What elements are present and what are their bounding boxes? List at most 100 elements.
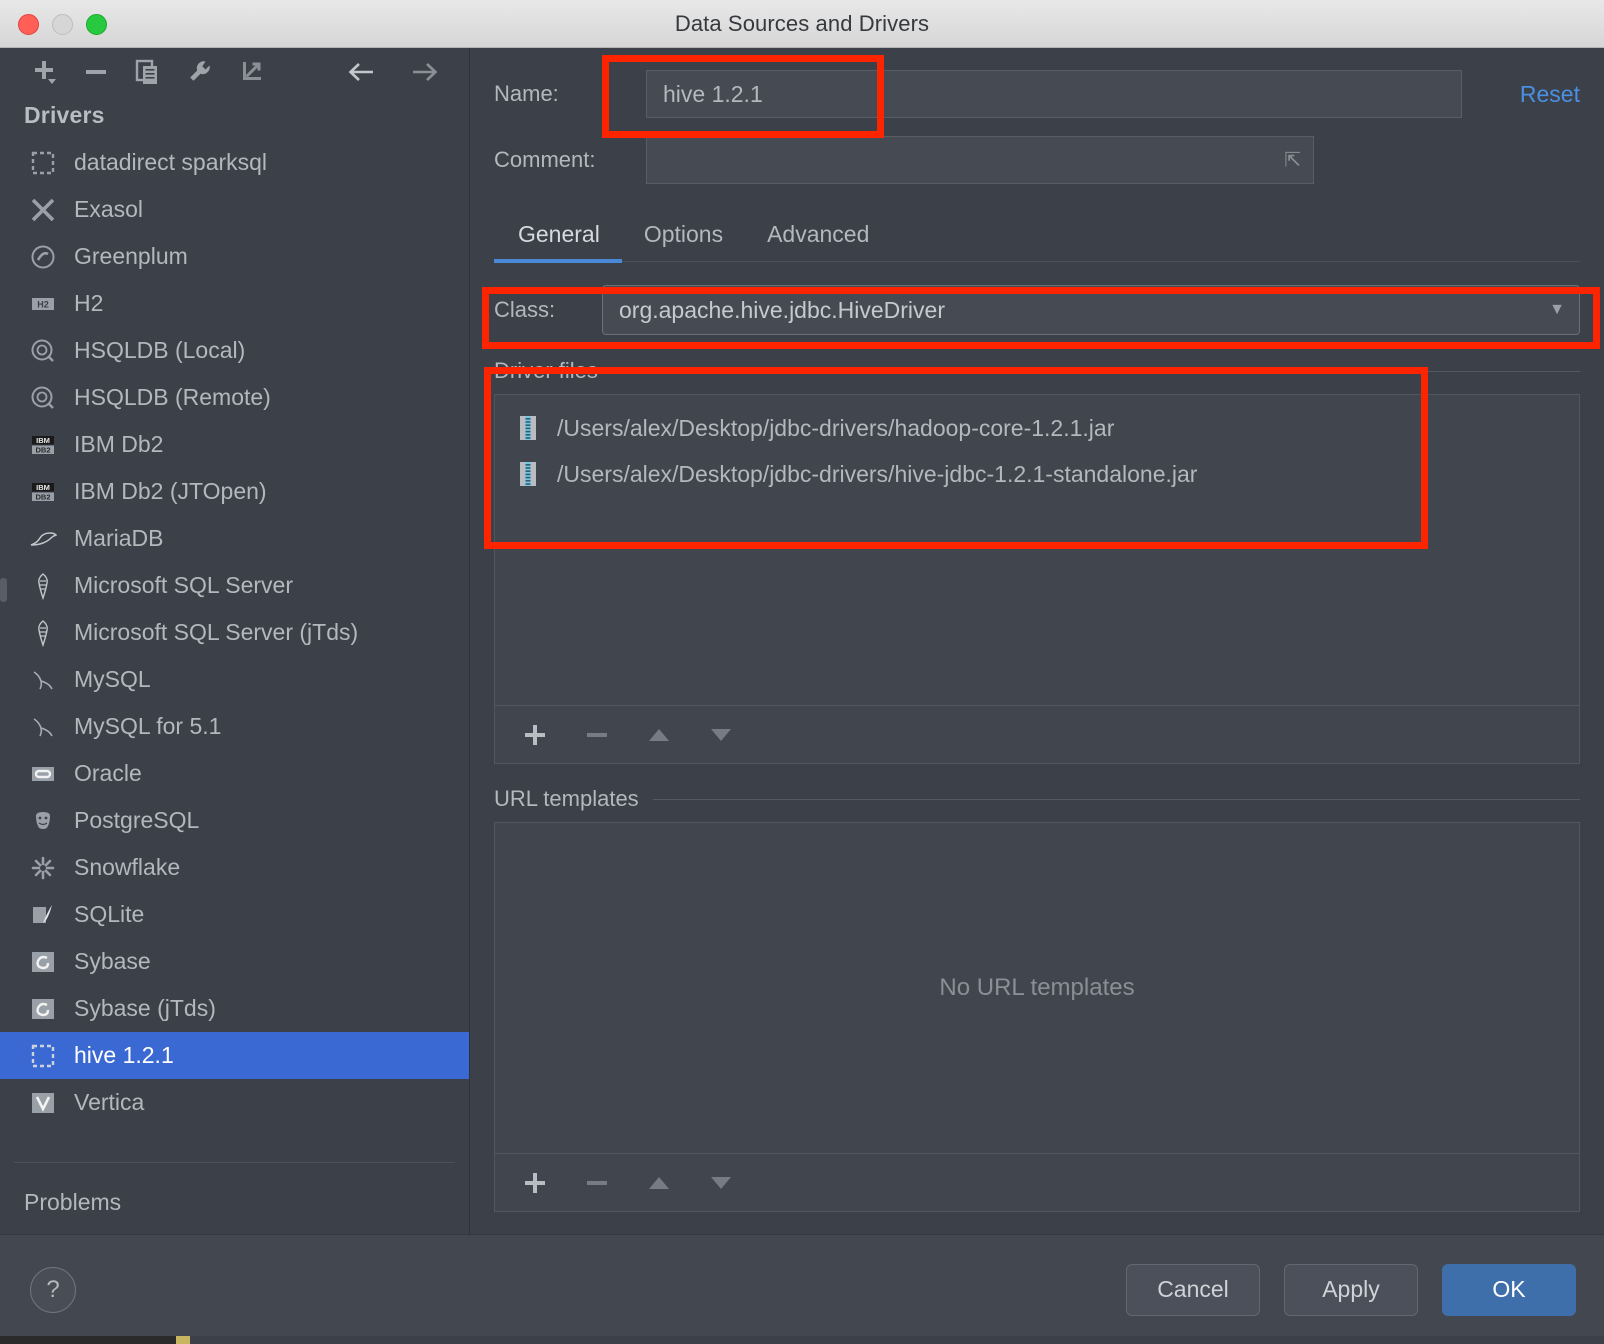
driver-item-sybase[interactable]: Sybase bbox=[0, 938, 469, 985]
mssql-icon bbox=[28, 571, 58, 601]
cancel-button[interactable]: Cancel bbox=[1126, 1263, 1260, 1316]
class-label: Class: bbox=[494, 297, 556, 322]
duplicate-driver-button[interactable] bbox=[122, 50, 174, 94]
move-url-template-up-button[interactable] bbox=[645, 1169, 673, 1197]
driver-item-greenplum[interactable]: Greenplum bbox=[0, 233, 469, 280]
driver-item-vertica[interactable]: Vertica bbox=[0, 1079, 469, 1126]
sidebar-scrollbar[interactable] bbox=[0, 578, 7, 602]
mariadb-seal-icon bbox=[28, 524, 58, 554]
driver-item-mariadb[interactable]: MariaDB bbox=[0, 515, 469, 562]
close-window-icon[interactable] bbox=[18, 14, 39, 35]
exasol-x-icon bbox=[28, 195, 58, 225]
oracle-badge-icon bbox=[28, 759, 58, 789]
remove-driver-file-button[interactable] bbox=[583, 721, 611, 749]
driver-files-toolbar bbox=[495, 705, 1579, 763]
driver-item-sqlite[interactable]: SQLite bbox=[0, 891, 469, 938]
sybase-spiral-icon bbox=[28, 994, 58, 1024]
url-templates-listbox[interactable]: No URL templates bbox=[494, 822, 1580, 1212]
snowflake-icon bbox=[28, 853, 58, 883]
drivers-list[interactable]: datadirect sparksql Exasol Greenplum H2 … bbox=[0, 137, 469, 1150]
add-driver-button[interactable] bbox=[18, 50, 70, 94]
move-driver-file-down-button[interactable] bbox=[707, 721, 735, 749]
minimize-window-icon[interactable] bbox=[52, 14, 73, 35]
import-driver-button[interactable] bbox=[226, 50, 278, 94]
driver-item-microsoft-sql-server[interactable]: Microsoft SQL Server bbox=[0, 562, 469, 609]
mssql-icon bbox=[28, 618, 58, 648]
driver-item-oracle[interactable]: Oracle bbox=[0, 750, 469, 797]
driver-item-ibm-db2[interactable]: IBM DB2 IBM Db2 bbox=[0, 421, 469, 468]
driver-details-panel: Name: hive 1.2.1 Reset Comment: ⇱ Genera… bbox=[470, 48, 1604, 1234]
driver-files-group: Driver files /Users/alex/Desktop/jdbc-dr… bbox=[494, 358, 1580, 764]
mysql-dolphin-icon bbox=[28, 665, 58, 695]
move-url-template-down-button[interactable] bbox=[707, 1169, 735, 1197]
help-button[interactable]: ? bbox=[30, 1266, 76, 1313]
add-driver-file-button[interactable] bbox=[521, 721, 549, 749]
driver-item-microsoft-sql-server-jtds[interactable]: Microsoft SQL Server (jTds) bbox=[0, 609, 469, 656]
driver-item-h2[interactable]: H2 H2 bbox=[0, 280, 469, 327]
driver-item-hsqldb-local[interactable]: HSQLDB (Local) bbox=[0, 327, 469, 374]
move-driver-file-up-button[interactable] bbox=[645, 721, 673, 749]
driver-item-hive-121[interactable]: hive 1.2.1 bbox=[0, 1032, 469, 1079]
driver-item-datadirect-sparksql[interactable]: datadirect sparksql bbox=[0, 139, 469, 186]
hsqldb-circle-icon bbox=[28, 336, 58, 366]
driver-files-listbox[interactable]: /Users/alex/Desktop/jdbc-drivers/hadoop-… bbox=[494, 394, 1580, 764]
tab-options-label: Options bbox=[643, 221, 724, 247]
driver-item-label: Oracle bbox=[74, 760, 142, 786]
driver-file-row[interactable]: /Users/alex/Desktop/jdbc-drivers/hive-jd… bbox=[495, 451, 1579, 497]
driver-item-label: Microsoft SQL Server (jTds) bbox=[74, 619, 359, 645]
driver-item-label: IBM Db2 (JTOpen) bbox=[74, 478, 267, 504]
driver-files-header: Driver files bbox=[494, 358, 1580, 384]
comment-input[interactable]: ⇱ bbox=[646, 136, 1314, 184]
driver-item-sybase-jtds[interactable]: Sybase (jTds) bbox=[0, 985, 469, 1032]
driver-item-postgresql[interactable]: PostgreSQL bbox=[0, 797, 469, 844]
expand-editor-icon[interactable]: ⇱ bbox=[1284, 148, 1301, 173]
traffic-lights bbox=[18, 14, 107, 35]
hsqldb-circle-icon bbox=[28, 383, 58, 413]
sidebar-heading: Drivers bbox=[24, 102, 105, 128]
driver-item-mysql[interactable]: MySQL bbox=[0, 656, 469, 703]
comment-label: Comment: bbox=[494, 147, 596, 172]
maximize-window-icon[interactable] bbox=[86, 14, 107, 35]
remove-driver-button[interactable] bbox=[70, 50, 122, 94]
cancel-button-label: Cancel bbox=[1157, 1276, 1229, 1302]
driver-item-label: MySQL bbox=[74, 666, 151, 692]
navigate-back-button[interactable] bbox=[335, 50, 387, 94]
drivers-sidebar: Drivers datadirect sparksql Exasol Green… bbox=[0, 48, 470, 1234]
reset-link[interactable]: Reset bbox=[1520, 81, 1580, 108]
driver-file-row[interactable]: /Users/alex/Desktop/jdbc-drivers/hadoop-… bbox=[495, 405, 1579, 451]
class-row: Class: org.apache.hive.jdbc.HiveDriver ▼ bbox=[494, 284, 1580, 336]
tab-advanced[interactable]: Advanced bbox=[745, 221, 891, 261]
name-input-value: hive 1.2.1 bbox=[663, 80, 763, 107]
tab-options[interactable]: Options bbox=[622, 221, 745, 261]
section-rule bbox=[652, 798, 1580, 800]
apply-button[interactable]: Apply bbox=[1284, 1263, 1418, 1316]
driver-item-mysql-for-51[interactable]: MySQL for 5.1 bbox=[0, 703, 469, 750]
section-rule bbox=[611, 370, 1580, 372]
ibm-db2-badge-icon: IBM DB2 bbox=[28, 477, 58, 507]
driver-item-snowflake[interactable]: Snowflake bbox=[0, 844, 469, 891]
remove-url-template-button[interactable] bbox=[583, 1169, 611, 1197]
navigate-forward-button[interactable] bbox=[399, 50, 451, 94]
driver-settings-button[interactable] bbox=[174, 50, 226, 94]
desktop-strip-accent bbox=[176, 1336, 190, 1344]
add-url-template-button[interactable] bbox=[521, 1169, 549, 1197]
details-tabs[interactable]: General Options Advanced bbox=[494, 210, 1580, 263]
driver-class-select[interactable]: org.apache.hive.jdbc.HiveDriver ▼ bbox=[602, 285, 1580, 335]
driver-item-label: Microsoft SQL Server bbox=[74, 572, 293, 598]
dashed-square-icon bbox=[28, 1041, 58, 1071]
comment-row: Comment: ⇱ bbox=[494, 136, 1580, 184]
ok-button[interactable]: OK bbox=[1442, 1263, 1576, 1316]
sidebar-navigation bbox=[335, 50, 451, 94]
driver-files-list[interactable]: /Users/alex/Desktop/jdbc-drivers/hadoop-… bbox=[495, 395, 1579, 705]
jar-archive-icon bbox=[513, 413, 543, 443]
tab-general[interactable]: General bbox=[494, 221, 622, 263]
window-title: Data Sources and Drivers bbox=[674, 10, 930, 36]
driver-item-ibm-db2-jtopen[interactable]: IBM DB2 IBM Db2 (JTOpen) bbox=[0, 468, 469, 515]
driver-item-exasol[interactable]: Exasol bbox=[0, 186, 469, 233]
driver-item-label: SQLite bbox=[74, 901, 145, 927]
url-templates-toolbar bbox=[495, 1153, 1579, 1211]
driver-item-hsqldb-remote[interactable]: HSQLDB (Remote) bbox=[0, 374, 469, 421]
name-input[interactable]: hive 1.2.1 bbox=[646, 70, 1462, 118]
driver-item-label: PostgreSQL bbox=[74, 807, 200, 833]
dialog-actions: Cancel Apply OK bbox=[1126, 1263, 1576, 1316]
